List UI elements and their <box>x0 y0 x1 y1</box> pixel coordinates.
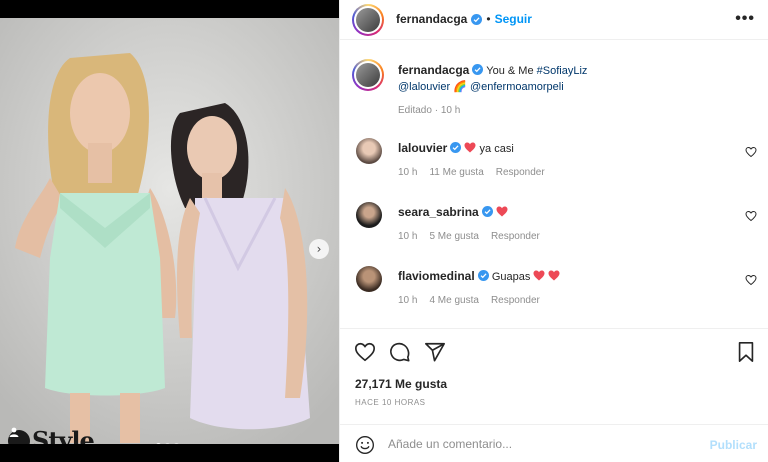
caption-author-avatar[interactable] <box>352 59 384 91</box>
caption-edited-meta: Editado · 10 h <box>398 105 460 116</box>
edited-label: Editado <box>398 105 432 116</box>
red-heart-icon <box>496 206 508 217</box>
comment-like-icon[interactable] <box>745 146 757 158</box>
comment-item: seara_sabrina 10 h 5 Me gusta Responder <box>340 202 768 262</box>
comment-likes[interactable]: 11 Me gusta <box>429 167 483 178</box>
rainbow-emoji: 🌈 <box>453 81 467 93</box>
author-avatar[interactable] <box>352 4 384 36</box>
commenter-avatar[interactable] <box>356 138 382 164</box>
red-heart-icon <box>533 270 545 281</box>
caption-body: You & Me <box>486 65 537 77</box>
post-media: › Style <box>0 0 339 462</box>
verified-badge-icon <box>477 270 489 281</box>
edited-time: 10 h <box>440 105 461 116</box>
watermark-text: Style <box>32 426 95 444</box>
red-heart-icon <box>464 142 476 153</box>
comment-body: Guapas <box>491 271 531 283</box>
next-image-button[interactable]: › <box>309 239 329 259</box>
verified-badge-icon <box>472 64 484 75</box>
carousel-dot <box>156 443 161 444</box>
comment-time: 10 h <box>398 295 418 306</box>
photo-illustration <box>0 18 339 444</box>
comment-meta: 10 h 11 Me gusta Responder <box>398 167 545 178</box>
post-panel: fernandacga • Seguir ••• fernandacga You… <box>339 0 768 462</box>
share-icon[interactable] <box>424 341 446 363</box>
comment-likes[interactable]: 5 Me gusta <box>429 231 478 242</box>
caption-username[interactable]: fernandacga <box>398 63 469 77</box>
comment-time: 10 h <box>398 167 418 178</box>
comment-time: 10 h <box>398 231 418 242</box>
separator-dot: • <box>486 12 491 26</box>
commenter-username[interactable]: seara_sabrina <box>398 205 479 219</box>
commenter-username[interactable]: lalouvier <box>398 141 447 155</box>
reply-button[interactable]: Responder <box>491 295 540 306</box>
carousel-dots <box>156 443 179 444</box>
heart-icon[interactable] <box>354 341 376 363</box>
comment-composer: Publicar <box>340 424 768 462</box>
reply-button[interactable]: Responder <box>496 167 545 178</box>
comment-meta: 10 h 5 Me gusta Responder <box>398 231 540 242</box>
comment-text: seara_sabrina <box>398 205 508 219</box>
carousel-dot <box>174 443 179 444</box>
red-heart-icon <box>548 270 560 281</box>
commenter-avatar[interactable] <box>356 202 382 228</box>
verified-badge-icon <box>471 13 483 25</box>
publish-button[interactable]: Publicar <box>710 438 757 452</box>
commenter-avatar[interactable] <box>356 266 382 292</box>
post-header: fernandacga • Seguir ••• <box>340 0 768 40</box>
mention-link[interactable]: @lalouvier <box>398 81 450 93</box>
post-actions <box>340 328 768 374</box>
comment-item: lalouvier ya casi 10 h 11 Me gusta Respo… <box>340 138 768 198</box>
post-time-ago[interactable]: HACE 10 HORAS <box>355 398 426 407</box>
comment-like-icon[interactable] <box>745 274 757 286</box>
comment-likes[interactable]: 4 Me gusta <box>429 295 478 306</box>
more-options-icon[interactable]: ••• <box>735 10 755 28</box>
author-username[interactable]: fernandacga <box>396 12 467 26</box>
comment-input[interactable] <box>388 434 688 454</box>
edited-separator: · <box>434 105 439 116</box>
user-tag-icon[interactable] <box>8 427 30 444</box>
caption-text: fernandacga You & Me #SofiayLiz @lalouvi… <box>398 62 738 95</box>
likes-count[interactable]: 27,171 Me gusta <box>355 377 447 391</box>
reply-button[interactable]: Responder <box>491 231 540 242</box>
comment-like-icon[interactable] <box>745 210 757 222</box>
mention-link[interactable]: @enfermoamorpeli <box>470 81 564 93</box>
carousel-dot <box>165 443 170 444</box>
comment-text: flaviomedinal Guapas <box>398 269 560 283</box>
verified-badge-icon <box>450 142 462 153</box>
bookmark-icon[interactable] <box>735 341 757 363</box>
comment-icon[interactable] <box>389 341 411 363</box>
commenter-username[interactable]: flaviomedinal <box>398 269 475 283</box>
follow-button[interactable]: Seguir <box>495 12 532 26</box>
emoji-icon[interactable] <box>355 435 375 455</box>
style-watermark: Style <box>8 426 95 444</box>
post-photo: › Style <box>0 18 339 444</box>
hashtag-link[interactable]: #SofiayLiz <box>537 65 588 77</box>
verified-badge-icon <box>481 206 493 217</box>
comment-body: ya casi <box>479 143 514 155</box>
comment-text: lalouvier ya casi <box>398 141 514 155</box>
comment-meta: 10 h 4 Me gusta Responder <box>398 295 540 306</box>
comment-item: flaviomedinal Guapas 10 h 4 Me gusta Res… <box>340 266 768 326</box>
